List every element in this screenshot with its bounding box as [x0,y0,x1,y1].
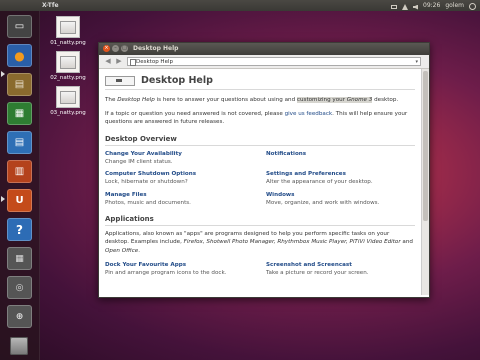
location-bar[interactable]: Desktop Help ▾ [127,57,421,66]
help-content: Desktop Help The Desktop Help is here to… [99,69,421,295]
topic-link[interactable]: Dock Your Favourite Apps [105,261,262,269]
mail-icon[interactable] [391,5,398,9]
window-titlebar[interactable]: × – □ Desktop Help [99,43,429,55]
topic-item[interactable]: Notifications [266,150,416,166]
page-title: Desktop Help [141,74,213,86]
user-menu[interactable]: golem [445,0,464,11]
desktop-file-label: 01_natty.png [50,40,86,46]
topic-desc: Change IM client status. [105,159,173,166]
help-window: × – □ Desktop Help ◀ ▶ Desktop Help ▾ De… [98,42,430,298]
section-heading-overview: Desktop Overview [105,135,415,146]
launcher: ▭ ● ▤ ▦ ▤ ▥ U ? ▦ ◎ ⊕ [0,11,40,360]
topic-item[interactable]: Windows Move, organize, and work with win… [266,191,416,207]
topic-desc: Lock, hibernate or shutdown? [105,179,188,186]
back-arrow-icon[interactable]: ◀ [103,57,113,66]
topic-link[interactable]: Windows [266,191,416,199]
topic-desc: Take a picture or record your screen. [266,270,369,277]
topic-item[interactable]: Change Your Availability Change IM client… [105,150,262,166]
applications-paragraph: Applications, also known as "apps" are p… [105,231,413,254]
topic-item[interactable]: Dock Your Favourite Apps Pin and arrange … [105,261,262,277]
book-icon [130,59,136,66]
forward-arrow-icon[interactable]: ▶ [114,57,124,66]
desktop-file[interactable]: 03_natty.png [48,86,88,116]
firefox-icon[interactable]: ● [7,44,32,67]
desktop-help-icon [105,76,135,86]
intro-paragraph: The Desktop Help is here to answer your … [105,97,399,103]
topic-link[interactable]: Computer Shutdown Options [105,170,262,178]
trash-icon[interactable] [10,337,28,355]
maximize-icon[interactable]: □ [121,45,128,52]
topic-link[interactable]: Manage Files [105,191,262,199]
image-file-icon [56,86,80,108]
workspace-launcher-icon[interactable]: ▭ [7,15,32,38]
top-panel: X-Tfe 09:26 golem [0,0,480,11]
calc-icon[interactable]: ▦ [7,102,32,125]
topic-desc: Alter the appearance of your desktop. [266,179,373,186]
topic-link[interactable]: Change Your Availability [105,150,262,158]
desktop-file-label: 03_natty.png [50,110,86,116]
topic-item[interactable]: Screenshot and Screencast Take a picture … [266,261,416,277]
help-toolbar: ◀ ▶ Desktop Help ▾ [99,55,429,69]
application-topics: Dock Your Favourite Apps Pin and arrange … [105,261,415,277]
page-header: Desktop Help [105,73,415,90]
impress-icon[interactable]: ▥ [7,160,32,183]
mouse-cursor [243,81,249,87]
volume-icon[interactable] [413,4,419,10]
desktop-file[interactable]: 01_natty.png [48,16,88,46]
section-heading-applications: Applications [105,215,415,227]
topic-desc: Photos, music and documents. [105,199,191,206]
writer-icon[interactable]: ▤ [7,131,32,154]
topic-link[interactable]: Screenshot and Screencast [266,261,416,269]
topic-desc: Pin and arrange program icons to the doc… [105,270,227,277]
chevron-down-icon[interactable]: ▾ [415,58,418,66]
screenshot-icon[interactable]: ◎ [7,276,32,299]
topic-link[interactable]: Settings and Preferences [266,170,416,178]
system-tray: 09:26 golem [391,0,476,11]
topic-item[interactable]: Computer Shutdown Options Lock, hibernate… [105,170,262,186]
highlighted-text: customizing your Gnome 3 [296,97,373,103]
topic-link[interactable]: Notifications [266,150,416,158]
topic-item[interactable]: Settings and Preferences Alter the appear… [266,170,416,186]
overview-topics: Change Your Availability Change IM client… [105,150,415,207]
workspaces-icon[interactable]: ▦ [7,247,32,270]
software-center-icon[interactable]: U [7,189,32,212]
power-icon[interactable] [469,3,476,10]
network-icon[interactable] [402,3,409,10]
image-file-icon [56,16,80,38]
close-icon[interactable]: × [103,45,110,52]
scrollbar[interactable] [421,69,429,295]
desktop-file-label: 02_natty.png [50,75,86,81]
zoom-icon[interactable]: ⊕ [7,305,32,328]
scrollbar-thumb[interactable] [423,71,428,221]
topic-item[interactable]: Manage Files Photos, music and documents. [105,191,262,207]
files-icon[interactable]: ▤ [7,73,32,96]
desktop-file[interactable]: 02_natty.png [48,51,88,81]
window-title: Desktop Help [133,45,179,52]
feedback-link[interactable]: give us feedback [285,111,333,117]
help-icon[interactable]: ? [7,218,32,241]
clock[interactable]: 09:26 [423,0,440,11]
minimize-icon[interactable]: – [112,45,119,52]
active-app-title: X-Tfe [42,2,59,9]
topic-desc: Move, organize, and work with windows. [266,199,380,206]
location-text: Desktop Help [136,59,173,65]
image-file-icon [56,51,80,73]
feedback-paragraph: If a topic or question you need answered… [105,111,408,126]
